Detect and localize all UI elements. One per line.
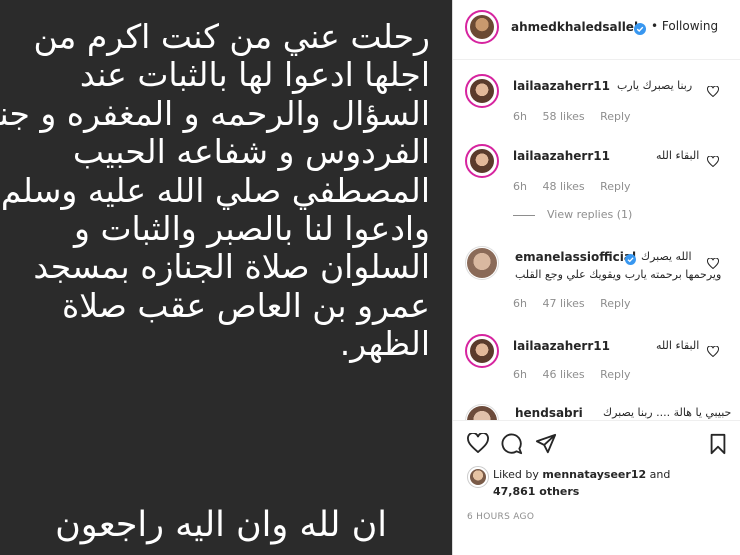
- comment-meta: 6h 46 likes Reply: [513, 368, 643, 381]
- post-actions-bar: [453, 420, 740, 470]
- post-text-line: السؤال والرحمه و المغفره و جنة: [0, 93, 430, 133]
- liker-username[interactable]: mennatayseer12: [542, 468, 646, 481]
- view-replies-link[interactable]: View replies (1): [513, 208, 632, 221]
- divider: [513, 214, 535, 216]
- comment-item: lailaazaherr11 البقاء الله 6h 48 likes R…: [453, 144, 740, 212]
- post-timestamp: 6 HOURS AGO: [467, 512, 535, 522]
- post-text-line: اجلها ادعوا لها بالثبات عند: [79, 55, 430, 95]
- heart-icon[interactable]: [467, 432, 489, 457]
- comment-item: lailaazaherr11 البقاء الله 6h 46 likes R…: [453, 334, 740, 402]
- likes-line-1: Liked by mennatayseer12 and: [493, 468, 670, 481]
- comment-reply[interactable]: Reply: [600, 368, 630, 381]
- comment-username[interactable]: lailaazaherr11: [513, 339, 610, 353]
- comment-time: 6h: [513, 110, 527, 123]
- comment-likes[interactable]: 46 likes: [542, 368, 584, 381]
- bookmark-icon[interactable]: [709, 433, 727, 459]
- follow-status[interactable]: • Following: [651, 19, 718, 33]
- liker-avatar[interactable]: [467, 466, 489, 488]
- comment-likes[interactable]: 47 likes: [542, 297, 584, 310]
- comment-item: lailaazaherr11 ربنا يصبرك يارب 6h 58 lik…: [453, 74, 740, 142]
- commenter-avatar[interactable]: [465, 334, 499, 368]
- comment-time: 6h: [513, 297, 527, 310]
- commenter-avatar[interactable]: [465, 74, 499, 108]
- comment-meta: 6h 47 likes Reply: [513, 297, 643, 310]
- heart-icon[interactable]: [706, 342, 720, 361]
- comment-username[interactable]: lailaazaherr11: [513, 149, 610, 163]
- comment-username[interactable]: hendsabri: [515, 406, 583, 420]
- comment-time: 6h: [513, 368, 527, 381]
- verified-badge-icon: [625, 250, 636, 269]
- comment-text: حبيبي يا هالة .... ربنا يصبرك: [603, 406, 732, 419]
- post-sidebar: ahmedkhaledsalleh • Following lailaazahe…: [452, 0, 740, 555]
- post-text-line: السلوان صلاة الجنازه بمسجد: [33, 247, 430, 287]
- likes-count[interactable]: 47,861 others: [493, 485, 579, 498]
- post-text: رحلت عني من كنت اكرم من اجلها ادعوا لها …: [0, 17, 430, 364]
- post-text-line: الفردوس و شفاعه الحبيب: [72, 132, 430, 172]
- post-text-line: وادعوا لنا بالصبر والثبات و: [74, 209, 430, 249]
- post-header: ahmedkhaledsalleh • Following: [453, 0, 740, 60]
- comment-likes[interactable]: 48 likes: [542, 180, 584, 193]
- verified-badge-icon: [634, 20, 646, 39]
- post-image: رحلت عني من كنت اكرم من اجلها ادعوا لها …: [0, 0, 452, 555]
- post-text-line: الظهر.: [339, 324, 430, 364]
- comment-item: hendsabri حبيبي يا هالة .... ربنا يصبرك: [453, 403, 740, 420]
- comment-reply[interactable]: Reply: [600, 297, 630, 310]
- comment-username[interactable]: emanelassiofficial: [515, 250, 636, 264]
- heart-icon[interactable]: [706, 152, 720, 171]
- likes-and: and: [649, 468, 671, 481]
- comment-icon[interactable]: [501, 433, 523, 459]
- comment-text-continued: ويرحمها برحمته يارب ويقويك علي وجع القلب: [515, 268, 722, 281]
- comment-text: الله يصبرك: [641, 250, 692, 263]
- heart-icon[interactable]: [706, 82, 720, 101]
- comment-meta: 6h 58 likes Reply: [513, 110, 643, 123]
- heart-icon[interactable]: [706, 254, 720, 273]
- comment-meta: 6h 48 likes Reply: [513, 180, 643, 193]
- comment-text: البقاء الله: [656, 339, 700, 352]
- comment-text: ربنا يصبرك يارب: [617, 79, 693, 92]
- post-text-line: المصطفي صلي الله عليه وسلم: [0, 170, 430, 210]
- likes-prefix: Liked by: [493, 468, 539, 481]
- author-username[interactable]: ahmedkhaledsalleh: [511, 20, 642, 34]
- view-replies-label: View replies (1): [547, 208, 633, 221]
- post-text-footer: ان لله وان اليه راجعون: [55, 505, 387, 545]
- comment-likes[interactable]: 58 likes: [542, 110, 584, 123]
- commenter-avatar[interactable]: [465, 144, 499, 178]
- comment-time: 6h: [513, 180, 527, 193]
- commenter-avatar[interactable]: [465, 404, 499, 420]
- comment-text: البقاء الله: [656, 149, 700, 162]
- share-icon[interactable]: [535, 433, 557, 459]
- comment-item: emanelassiofficial الله يصبرك ويرحمها بر…: [453, 246, 740, 314]
- post-text-line: رحلت عني من كنت اكرم من: [33, 17, 430, 56]
- comment-reply[interactable]: Reply: [600, 110, 630, 123]
- commenter-avatar[interactable]: [465, 246, 499, 280]
- author-avatar[interactable]: [465, 10, 499, 44]
- comment-username[interactable]: lailaazaherr11: [513, 79, 610, 93]
- comment-reply[interactable]: Reply: [600, 180, 630, 193]
- post-text-line: عمرو بن العاص عقب صلاة: [61, 285, 430, 325]
